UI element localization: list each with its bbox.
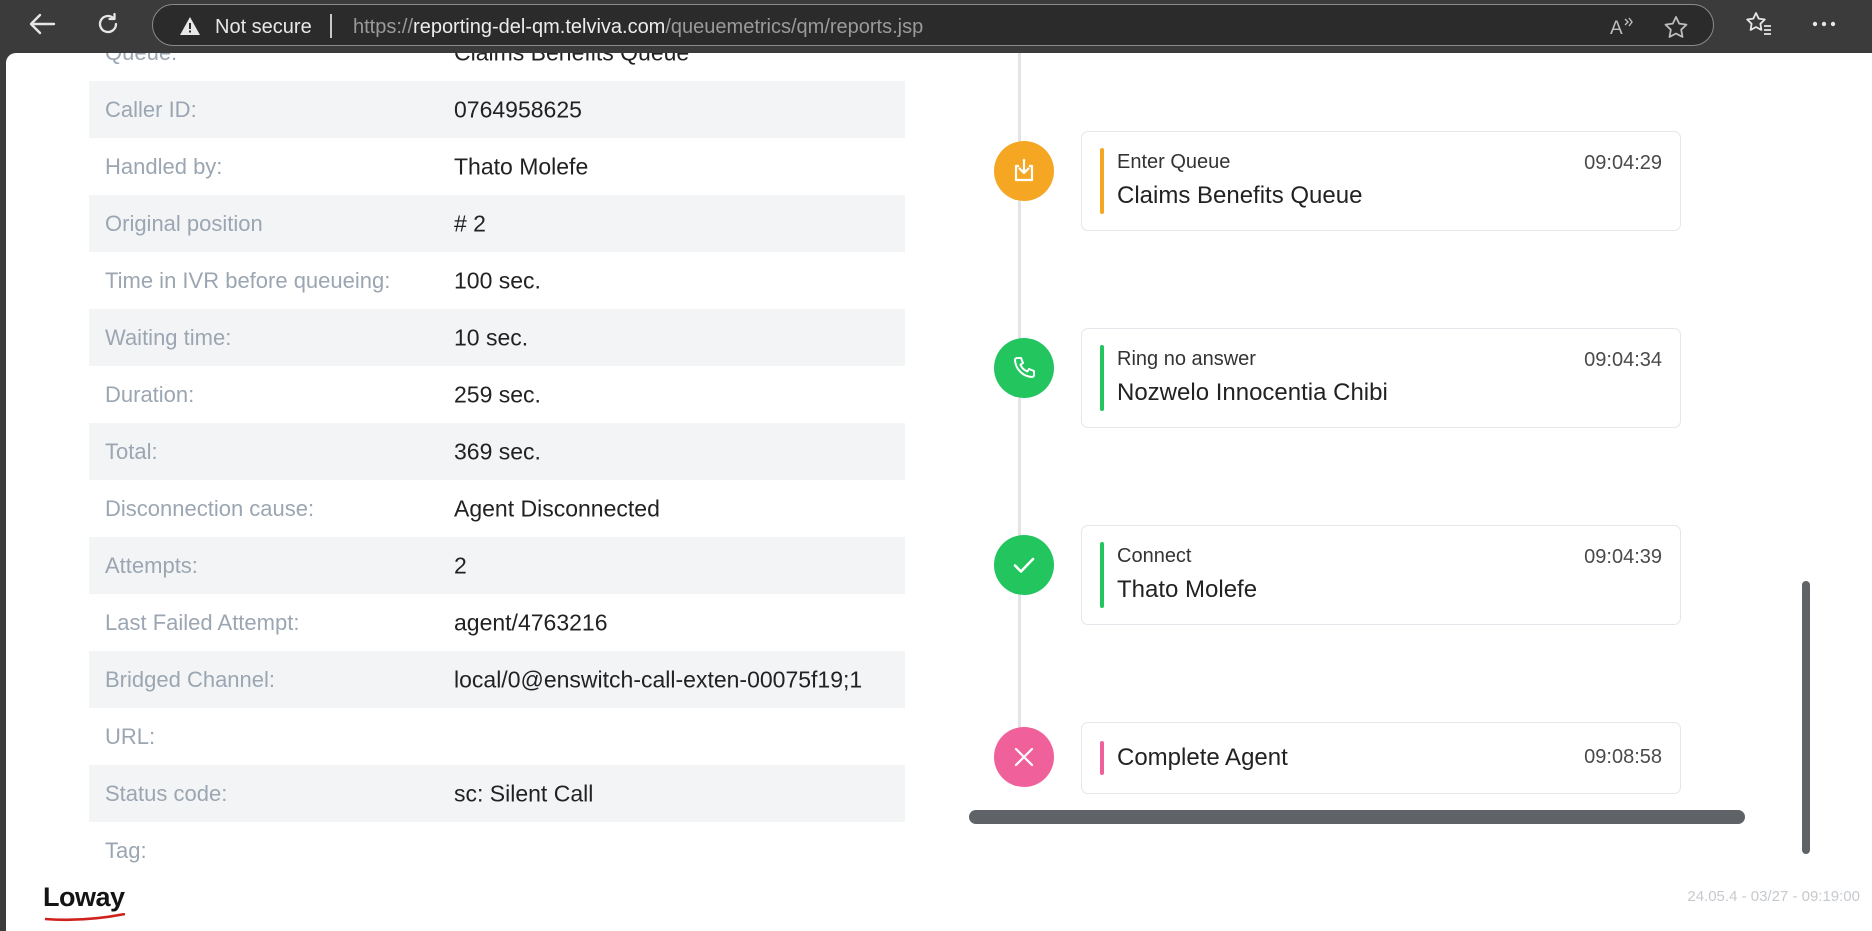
- detail-label: Status code:: [105, 780, 228, 806]
- svg-text:A: A: [1610, 18, 1623, 39]
- detail-value: 100 sec.: [454, 267, 541, 293]
- favorites-button[interactable]: [1741, 8, 1777, 40]
- detail-row: Duration: 259 sec.: [89, 366, 905, 423]
- detail-row: Original position # 2: [89, 195, 905, 252]
- loway-logo[interactable]: Loway: [43, 882, 126, 922]
- timeline-event-card: Enter Queue Claims Benefits Queue 09:04:29: [1081, 131, 1681, 231]
- detail-value: # 2: [454, 210, 486, 236]
- detail-value: Thato Molefe: [454, 153, 589, 179]
- detail-value: sc: Silent Call: [454, 780, 594, 806]
- event-time: 09:04:34: [1584, 349, 1662, 371]
- event-accent-bar: [1100, 148, 1104, 214]
- address-separator: [330, 14, 332, 38]
- close-icon: [994, 727, 1054, 787]
- read-aloud-icon[interactable]: A: [1609, 15, 1635, 39]
- detail-row: Disconnection cause: Agent Disconnected: [89, 480, 905, 537]
- back-button[interactable]: [24, 8, 60, 40]
- event-accent-bar: [1100, 542, 1104, 608]
- detail-row: Attempts: 2: [89, 537, 905, 594]
- detail-row: Waiting time: 10 sec.: [89, 309, 905, 366]
- address-bar[interactable]: Not secure https://reporting-del-qm.telv…: [152, 4, 1714, 46]
- detail-label: Tag:: [105, 837, 147, 863]
- event-name: Ring no answer: [1117, 348, 1256, 370]
- back-arrow-icon: [29, 13, 56, 35]
- detail-row: Status code: sc: Silent Call: [89, 765, 905, 822]
- warning-icon: [180, 17, 200, 35]
- detail-row: URL:: [89, 708, 905, 765]
- url-text[interactable]: https://reporting-del-qm.telviva.com/que…: [353, 16, 923, 39]
- vertical-scrollbar[interactable]: [1802, 581, 1810, 854]
- detail-value: Agent Disconnected: [454, 495, 660, 521]
- detail-label: Disconnection cause:: [105, 495, 315, 521]
- call-timeline: Enter Queue Claims Benefits Queue 09:04:29…: [961, 53, 1761, 813]
- favorite-star-icon[interactable]: [1663, 15, 1689, 39]
- detail-label: Total:: [105, 438, 158, 464]
- detail-row: Last Failed Attempt: agent/4763216: [89, 594, 905, 651]
- reload-icon: [98, 12, 118, 34]
- detail-row: Total: 369 sec.: [89, 423, 905, 480]
- detail-label: Duration:: [105, 381, 195, 407]
- check-icon: [994, 535, 1054, 595]
- event-time: 09:08:58: [1584, 746, 1662, 768]
- detail-value: 10 sec.: [454, 324, 529, 350]
- detail-row: Tag:: [89, 822, 905, 863]
- detail-value: local/0@enswitch-call-exten-00075f19;1: [454, 666, 863, 692]
- detail-label: Attempts:: [105, 552, 198, 578]
- event-name: Enter Queue: [1117, 151, 1231, 173]
- detail-label: Original position: [105, 210, 263, 236]
- browser-toolbar: Not secure https://reporting-del-qm.telv…: [0, 0, 1872, 52]
- detail-row: Time in IVR before queueing: 100 sec.: [89, 252, 905, 309]
- detail-value: agent/4763216: [454, 609, 608, 635]
- timeline-event-card: Connect Thato Molefe 09:04:39: [1081, 525, 1681, 625]
- event-name: Complete Agent: [1117, 744, 1288, 771]
- detail-row: Caller ID: 0764958625: [89, 81, 905, 138]
- horizontal-scrollbar[interactable]: [969, 810, 1745, 824]
- detail-label: Caller ID:: [105, 96, 197, 122]
- detail-value: Claims Benefits Queue: [454, 53, 689, 66]
- event-detail: Claims Benefits Queue: [1117, 182, 1363, 209]
- detail-value: 259 sec.: [454, 381, 541, 407]
- detail-value: 2: [454, 552, 467, 578]
- event-accent-bar: [1100, 345, 1104, 411]
- event-time: 09:04:29: [1584, 152, 1662, 174]
- logo-swoosh-icon: [44, 913, 126, 922]
- timeline-event-card: Ring no answer Nozwelo Innocentia Chibi 09…: [1081, 328, 1681, 428]
- detail-label: Time in IVR before queueing:: [105, 267, 391, 293]
- detail-row: Bridged Channel: local/0@enswitch-call-ex…: [89, 651, 905, 708]
- detail-label: Queue:: [105, 53, 177, 66]
- detail-label: Bridged Channel:: [105, 666, 276, 692]
- detail-row: Handled by: Thato Molefe: [89, 138, 905, 195]
- more-dots-icon: [1812, 21, 1836, 27]
- detail-value: 369 sec.: [454, 438, 541, 464]
- queue-enter-icon: [994, 141, 1054, 201]
- event-detail: Nozwelo Innocentia Chibi: [1117, 379, 1388, 406]
- call-details-table: Queue: Claims Benefits Queue Caller ID: 076…: [89, 53, 905, 863]
- phone-icon: [994, 338, 1054, 398]
- event-name: Connect: [1117, 545, 1192, 567]
- detail-value: 0764958625: [454, 96, 582, 122]
- version-label: 24.05.4 - 03/27 - 09:19:00: [1687, 888, 1860, 905]
- event-accent-bar: [1100, 741, 1104, 775]
- report-page: Queue: Claims Benefits Queue Caller ID: 076…: [6, 53, 1872, 931]
- event-time: 09:04:39: [1584, 546, 1662, 568]
- security-status[interactable]: Not secure: [215, 16, 312, 39]
- timeline-event-card: Complete Agent 09:08:58: [1081, 722, 1681, 794]
- more-menu-button[interactable]: [1806, 8, 1842, 40]
- favorites-list-icon: [1746, 12, 1771, 35]
- event-detail: Thato Molefe: [1117, 576, 1258, 603]
- reload-button[interactable]: [90, 8, 126, 40]
- detail-label: Waiting time:: [105, 324, 232, 350]
- detail-label: Handled by:: [105, 153, 223, 179]
- detail-label: Last Failed Attempt:: [105, 609, 300, 635]
- detail-row: Queue: Claims Benefits Queue: [89, 53, 905, 81]
- detail-label: URL:: [105, 723, 156, 749]
